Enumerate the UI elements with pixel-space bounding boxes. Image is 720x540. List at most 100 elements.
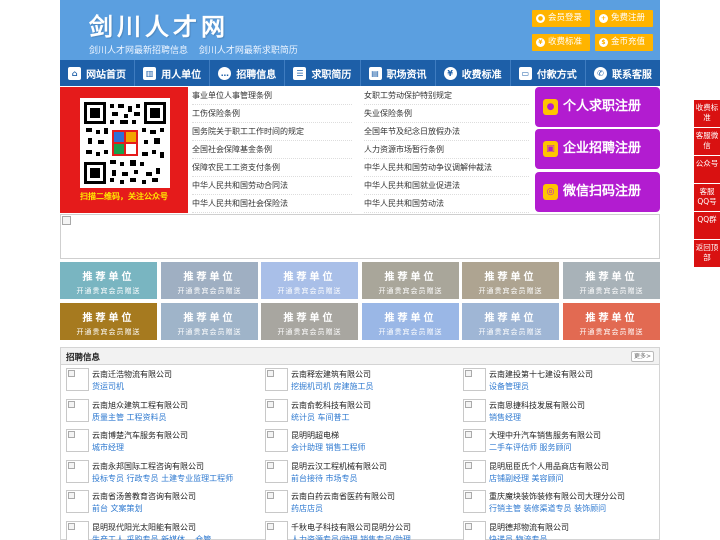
recommended-slot[interactable]: 推荐单位 开通贵宾会员赠送	[362, 262, 459, 299]
back-to-top-button[interactable]: 返回顶部	[694, 240, 720, 267]
company-logo[interactable]	[66, 368, 89, 391]
law-link[interactable]: 女职工劳动保护特别规定	[364, 87, 529, 105]
job-listing-item[interactable]: 云南省汤普教育咨询有限公司 前台 文案策划	[61, 488, 256, 518]
job-positions[interactable]: 二手车评估师 服务顾问	[489, 442, 572, 453]
company-name[interactable]: 重庆魔块装饰装修有限公司大理分公司	[489, 491, 625, 502]
nav-item-news[interactable]: ▤ 职场资讯	[361, 60, 436, 86]
company-name[interactable]: 云南省汤普教育咨询有限公司	[92, 491, 196, 502]
side-wechat-button[interactable]: 客服微信	[694, 128, 720, 155]
job-positions[interactable]: 人力资源专员/助理 销售专员/助理	[291, 534, 411, 540]
job-positions[interactable]: 货运司机	[92, 381, 124, 392]
side-pricing-button[interactable]: 收费标准	[694, 100, 720, 127]
law-link[interactable]: 人力资源市场暂行条例	[364, 141, 529, 159]
job-positions[interactable]: 投标专员 行政专员 土建专业监理工程师	[92, 473, 233, 484]
job-listing-item[interactable]: 云南永邦国际工程咨询有限公司 投标专员 行政专员 土建专业监理工程师	[61, 458, 256, 488]
company-logo[interactable]	[265, 459, 288, 483]
pricing-button[interactable]: ¥ 收费标准	[532, 34, 590, 51]
job-listing-item[interactable]: 昆明明超电梯 会计助理 销售工程师	[260, 427, 455, 457]
company-name[interactable]: 昆明德邦物流有限公司	[489, 522, 569, 533]
job-positions[interactable]: 药店店员	[291, 503, 323, 514]
nav-item-employers[interactable]: ▥ 用人单位	[135, 60, 211, 86]
recommended-slot[interactable]: 推荐单位 开通贵宾会员赠送	[362, 303, 459, 340]
job-listing-item[interactable]: 重庆魔块装饰装修有限公司大理分公司 行销主管 装修渠道专员 装饰顾问	[458, 488, 653, 518]
job-positions[interactable]: 挖掘机司机 房建施工员	[291, 381, 374, 392]
company-logo[interactable]	[66, 459, 89, 483]
job-positions[interactable]: 会计助理 销售工程师	[291, 442, 366, 453]
recommended-slot[interactable]: 推荐单位 开通贵宾会员赠送	[261, 303, 358, 340]
subtitle-link-jobs[interactable]: 剑川人才网最新招聘信息	[89, 46, 188, 56]
company-name[interactable]: 云南迁浩物流有限公司	[92, 369, 172, 380]
wechat-register-button[interactable]: ◎ 微信扫码注册	[535, 172, 660, 212]
job-listing-item[interactable]: 大理中升汽车销售服务有限公司 二手车评估师 服务顾问	[458, 427, 653, 457]
job-positions[interactable]: 快递员 物流专员	[489, 534, 548, 540]
job-positions[interactable]: 生产工人 采购专员 新媒体... 仓管	[92, 534, 211, 540]
company-name[interactable]: 云南永邦国际工程咨询有限公司	[92, 461, 204, 472]
recommended-slot[interactable]: 推荐单位 开通贵宾会员赠送	[161, 303, 258, 340]
company-logo[interactable]	[463, 520, 486, 540]
law-link[interactable]: 中华人民共和国就业促进法	[364, 177, 529, 195]
register-button[interactable]: + 免费注册	[595, 10, 653, 27]
company-logo[interactable]	[66, 429, 89, 452]
job-positions[interactable]: 统计员 车间普工	[291, 412, 350, 423]
company-logo[interactable]	[463, 490, 486, 513]
nav-item-payment[interactable]: ▭ 付款方式	[511, 60, 586, 86]
side-official-account-button[interactable]: 公众号	[694, 156, 720, 183]
ad-banner[interactable]	[60, 214, 660, 259]
company-logo[interactable]	[463, 429, 486, 452]
recommended-slot[interactable]: 推荐单位 开通贵宾会员赠送	[462, 303, 559, 340]
recommended-slot[interactable]: 推荐单位 开通贵宾会员赠送	[60, 303, 157, 340]
job-listing-item[interactable]: 云南俞乾科技有限公司 统计员 车间普工	[260, 397, 455, 427]
company-name[interactable]: 大理中升汽车销售服务有限公司	[489, 430, 601, 441]
company-name[interactable]: 云南白药云南省医药有限公司	[291, 491, 395, 502]
job-positions[interactable]: 城市经理	[92, 442, 124, 453]
recommended-slot[interactable]: 推荐单位 开通贵宾会员赠送	[462, 262, 559, 299]
job-listing-item[interactable]: 昆明屈臣氏个人用品商店有限公司 店铺副经理 美容顾问	[458, 458, 653, 488]
job-positions[interactable]: 质量主管 工程资料员	[92, 412, 167, 423]
nav-item-jobs[interactable]: … 招聘信息	[210, 60, 286, 86]
job-listing-item[interactable]: 千秋电子科技有限公司昆明分公司 人力资源专员/助理 销售专员/助理	[260, 519, 455, 540]
company-name[interactable]: 昆明明超电梯	[291, 430, 339, 441]
company-logo[interactable]	[265, 429, 288, 452]
side-qq-group-button[interactable]: QQ群	[694, 212, 720, 239]
job-listing-item[interactable]: 云南迁浩物流有限公司 货运司机	[61, 366, 256, 396]
job-positions[interactable]: 店铺副经理 美容顾问	[489, 473, 564, 484]
law-link[interactable]: 中华人民共和国社会保险法	[192, 195, 352, 213]
nav-item-resumes[interactable]: ☰ 求职简历	[285, 60, 361, 86]
job-listing-item[interactable]: 云南恩捷科技发展有限公司 销售经理	[458, 397, 653, 427]
company-logo[interactable]	[66, 398, 89, 422]
job-listing-item[interactable]: 云南白药云南省医药有限公司 药店店员	[260, 488, 455, 518]
law-link[interactable]: 保障农民工工资支付条例	[192, 159, 352, 177]
company-logo[interactable]	[463, 459, 486, 483]
job-positions[interactable]: 销售经理	[489, 412, 521, 423]
company-name[interactable]: 千秋电子科技有限公司昆明分公司	[291, 522, 411, 533]
job-positions[interactable]: 设备管理员	[489, 381, 529, 392]
job-listing-item[interactable]: 云南释宏建筑有限公司 挖掘机司机 房建施工员	[260, 366, 455, 396]
company-logo[interactable]	[66, 490, 89, 513]
job-listing-item[interactable]: 昆明现代阳光太阳能有限公司 生产工人 采购专员 新媒体... 仓管	[61, 519, 256, 540]
recommended-slot[interactable]: 推荐单位 开通贵宾会员赠送	[563, 303, 660, 340]
law-link[interactable]: 事业单位人事管理条例	[192, 87, 352, 105]
company-name[interactable]: 云南旭众建筑工程有限公司	[92, 400, 188, 411]
recommended-slot[interactable]: 推荐单位 开通贵宾会员赠送	[563, 262, 660, 299]
company-name[interactable]: 云南释宏建筑有限公司	[291, 369, 371, 380]
job-listing-item[interactable]: 云南博楚汽车服务有限公司 城市经理	[61, 427, 256, 457]
recommended-slot[interactable]: 推荐单位 开通贵宾会员赠送	[60, 262, 157, 299]
job-positions[interactable]: 行销主管 装修渠道专员 装饰顾问	[489, 503, 606, 514]
job-listing-item[interactable]: 云南旭众建筑工程有限公司 质量主管 工程资料员	[61, 397, 256, 427]
company-name[interactable]: 云南恩捷科技发展有限公司	[489, 400, 585, 411]
law-link[interactable]: 中华人民共和国劳动争议调解仲裁法	[364, 159, 529, 177]
law-link[interactable]: 全国年节及纪念日放假办法	[364, 123, 529, 141]
job-listing-item[interactable]: 昆明云汉工程机械有限公司 前台接待 市场专员	[260, 458, 455, 488]
law-link[interactable]: 中华人民共和国劳动法	[364, 195, 529, 213]
side-qq-button[interactable]: 客服QQ号	[694, 184, 720, 211]
nav-item-pricing[interactable]: ¥ 收费标准	[436, 60, 511, 86]
company-logo[interactable]	[265, 368, 288, 391]
company-name[interactable]: 昆明屈臣氏个人用品商店有限公司	[489, 461, 609, 472]
recommended-slot[interactable]: 推荐单位 开通贵宾会员赠送	[261, 262, 358, 299]
company-register-button[interactable]: ▣ 企业招聘注册	[535, 129, 660, 169]
recharge-button[interactable]: $ 金币充值	[595, 34, 653, 51]
company-logo[interactable]	[265, 490, 288, 513]
job-positions[interactable]: 前台接待 市场专员	[291, 473, 358, 484]
personal-register-button[interactable]: ● 个人求职注册	[535, 87, 660, 127]
job-listing-item[interactable]: 昆明德邦物流有限公司 快递员 物流专员	[458, 519, 653, 540]
